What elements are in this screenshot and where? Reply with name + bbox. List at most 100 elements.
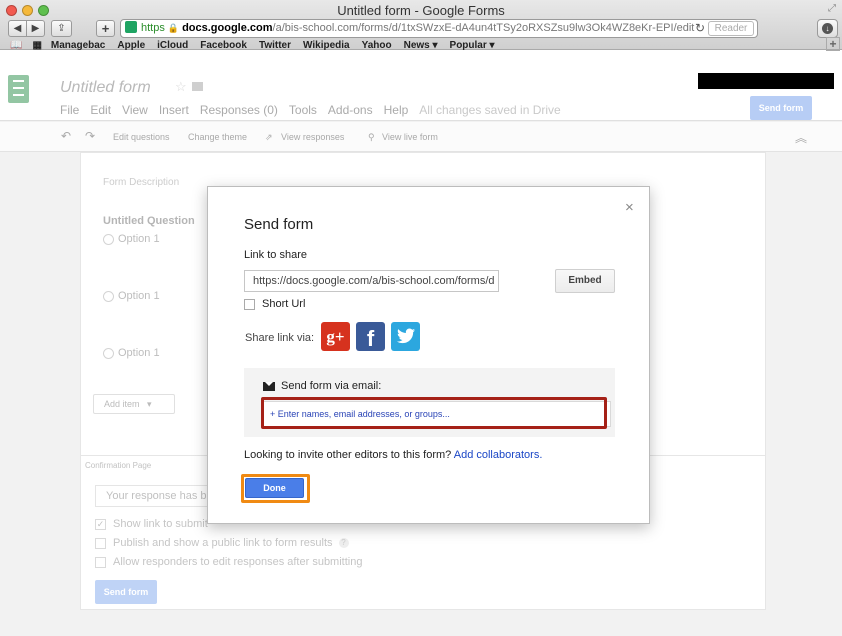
allow-edit-checkbox[interactable]: Allow responders to edit responses after… [95,556,362,568]
folder-icon[interactable] [192,82,203,91]
send-form-button[interactable]: Send form [750,96,812,120]
reading-list-icon[interactable]: 📖 [10,40,22,51]
done-button[interactable]: Done [245,478,304,498]
change-theme-button[interactable]: Change theme [188,132,247,142]
checkbox-icon [244,298,255,310]
show-link-checkbox[interactable]: ✓ Show link to submit [95,518,208,530]
star-icon[interactable]: ☆ [175,79,187,95]
check-icon: ✓ [95,518,106,530]
share-link-input[interactable]: https://docs.google.com/a/bis-school.com… [244,270,499,292]
undo-icon[interactable]: ↶ [61,129,71,143]
lock-icon: 🔒 [167,23,180,33]
option-item[interactable]: Option 1 [103,290,160,302]
menu-file[interactable]: File [60,103,79,117]
editor-toolbar: ↶ ↷ Edit questions Change theme ⇗ View r… [0,122,842,152]
bookmark-item[interactable]: Twitter [259,40,291,51]
bookmark-item[interactable]: Yahoo [362,40,392,51]
link-to-share-label: Link to share [244,249,307,261]
radio-icon [103,290,114,302]
email-field-highlight [261,397,607,429]
bookmark-item[interactable]: iCloud [157,40,188,51]
reload-icon[interactable]: ↻ [695,20,705,37]
invite-editors-text: Looking to invite other editors to this … [244,449,543,461]
url-path: /a/bis-school.com/forms/d/1txSWzxE-dA4un… [272,22,695,34]
share-button[interactable]: ⇪ [51,20,72,37]
option-item[interactable]: Option 1 [103,347,160,359]
fullscreen-icon[interactable]: ⤢ [828,3,836,14]
view-live-form-icon: ⚲ [368,132,375,142]
add-collaborators-link[interactable]: Add collaborators. [454,449,543,461]
bookmark-item[interactable]: Wikipedia [303,40,350,51]
google-plus-icon: g+ [326,327,345,346]
view-responses-button[interactable]: View responses [281,132,344,142]
share-icon: ⇪ [57,23,66,34]
forward-button[interactable]: ▶ [26,20,45,37]
add-bookmark-icon[interactable]: + [826,37,840,51]
twitter-share-button[interactable] [391,322,420,351]
url-host: docs.google.com [182,22,273,34]
menu-edit[interactable]: Edit [90,103,111,117]
menu-insert[interactable]: Insert [159,103,189,117]
forward-arrow-icon: ▶ [31,23,40,34]
help-icon[interactable]: ? [338,538,349,548]
plus-icon: + [101,21,110,36]
dialog-title: Send form [244,216,314,233]
confirmation-message-input[interactable]: Your response has be [95,485,211,507]
option-item[interactable]: Option 1 [103,233,160,245]
bookmark-item[interactable]: Facebook [200,40,247,51]
send-form-dialog: Send form × Link to share https://docs.g… [207,186,650,524]
envelope-icon [263,381,275,391]
short-url-checkbox[interactable]: Short Url [244,298,305,310]
edit-questions-button[interactable]: Edit questions [113,132,170,142]
close-icon[interactable]: × [625,199,634,216]
back-arrow-icon: ◀ [13,23,22,34]
menu-help[interactable]: Help [384,103,409,117]
menu-addons[interactable]: Add-ons [328,103,373,117]
menu-responses[interactable]: Responses (0) [200,103,278,117]
doc-title[interactable]: Untitled form [60,79,151,97]
top-sites-icon[interactable]: ▦ [32,40,42,51]
forms-favicon-icon [125,21,137,33]
facebook-icon: f [366,326,375,351]
redacted-account-area [698,73,834,89]
forms-logo-icon[interactable] [8,75,29,103]
share-via-label: Share link via: [245,332,315,344]
twitter-bird-icon [396,328,415,344]
confirmation-label: Confirmation Page [85,461,152,470]
email-section-label: Send form via email: [263,380,381,392]
back-button[interactable]: ◀ [8,20,27,37]
facebook-share-button[interactable]: f [356,322,385,351]
publish-results-checkbox[interactable]: Publish and show a public link to form r… [95,537,349,549]
view-responses-icon: ⇗ [265,132,273,142]
reader-button[interactable]: Reader [708,21,754,36]
browser-titlebar: Untitled form - Google Forms ⤢ ◀ ▶ ⇪ + h… [0,0,842,51]
menu-bar: File Edit View Insert Responses (0) Tool… [60,103,572,117]
google-plus-share-button[interactable]: g+ [321,322,350,351]
radio-icon [103,233,114,245]
bookmark-item[interactable]: Popular ▾ [450,40,495,51]
view-live-form-button[interactable]: View live form [382,132,438,142]
radio-icon [103,347,114,359]
question-title[interactable]: Untitled Question [103,215,195,227]
save-status: All changes saved in Drive [419,103,561,117]
send-form-bottom-button[interactable]: Send form [95,580,157,604]
redo-icon[interactable]: ↷ [85,129,95,143]
collapse-icon[interactable]: ︽ [795,129,807,146]
download-icon: ↓ [822,23,833,34]
add-item-button[interactable]: Add item ▾ [93,394,175,414]
downloads-button[interactable]: ↓ [817,19,838,38]
url-scheme: https [141,22,165,34]
bookmarks-bar: 📖 ▦ Managebac Apple iCloud Facebook Twit… [0,37,842,51]
embed-button[interactable]: Embed [555,269,615,293]
dropdown-arrow-icon: ▾ [142,399,152,409]
app-header: Untitled form ☆ File Edit View Insert Re… [0,51,842,121]
form-description[interactable]: Form Description [103,177,179,188]
bookmark-item[interactable]: Managebac [51,40,105,51]
window-title: Untitled form - Google Forms [337,3,505,18]
address-bar[interactable]: https 🔒 docs.google.com/a/bis-school.com/f… [120,19,758,38]
bookmark-item[interactable]: Apple [117,40,145,51]
menu-view[interactable]: View [122,103,148,117]
bookmark-item[interactable]: News ▾ [404,40,438,51]
new-tab-button[interactable]: + [96,20,115,37]
menu-tools[interactable]: Tools [289,103,317,117]
